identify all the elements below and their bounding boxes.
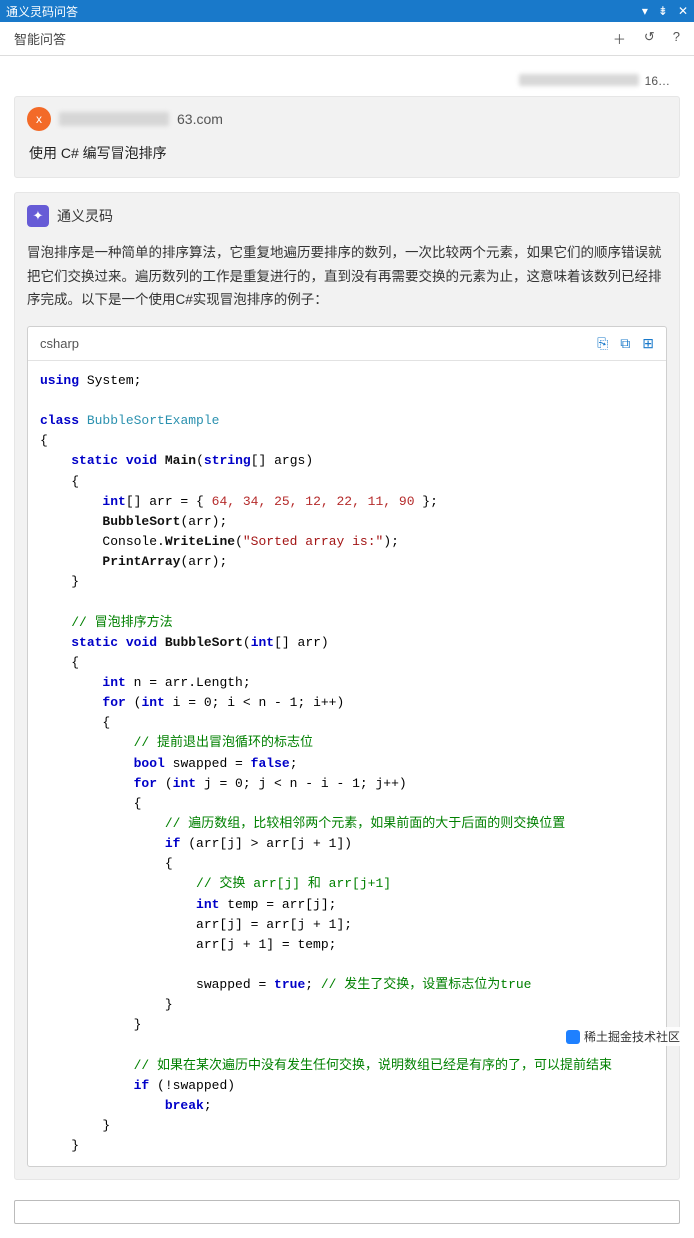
avatar: x — [27, 107, 51, 131]
user-header: x 63.com — [27, 107, 667, 131]
window-title: 通义灵码问答 — [6, 3, 78, 20]
watermark-icon — [566, 1030, 580, 1044]
code-actions: ⎘ ⧉ ⊞ — [597, 335, 654, 352]
user-message: x 63.com 使用 C# 编写冒泡排序 — [14, 96, 680, 178]
close-icon[interactable]: ✕ — [678, 4, 688, 18]
code-language-label: csharp — [40, 336, 79, 351]
watermark: 稀土掘金技术社区 — [564, 1027, 682, 1046]
user-email-suffix: 63.com — [177, 111, 223, 127]
window-controls: ▾ ⇟ ✕ — [642, 4, 688, 18]
window-titlebar: 通义灵码问答 ▾ ⇟ ✕ — [0, 0, 694, 22]
chat-content: 16… x 63.com 使用 C# 编写冒泡排序 ✦ 通义灵码 冒泡排序是一种… — [0, 56, 694, 1194]
insert-code-icon[interactable]: ⎘ — [597, 335, 608, 352]
copy-code-icon[interactable]: ⧉ — [620, 335, 630, 352]
timestamp-suffix: 16… — [645, 74, 670, 88]
help-icon[interactable]: ? — [673, 29, 680, 48]
ai-header: ✦ 通义灵码 — [27, 205, 667, 227]
redacted-username — [59, 112, 169, 126]
user-prompt-text: 使用 C# 编写冒泡排序 — [27, 143, 667, 163]
watermark-text: 稀土掘金技术社区 — [584, 1028, 680, 1045]
ai-logo-icon: ✦ — [27, 205, 49, 227]
ai-explanation: 冒泡排序是一种简单的排序算法，它重复地遍历要排序的数列，一次比较两个元素，如果它… — [27, 241, 667, 312]
toolbar-actions: ＋ ↺ ? — [613, 29, 680, 48]
toolbar-title: 智能问答 — [14, 29, 66, 48]
redacted-strip — [519, 74, 639, 86]
chat-input[interactable] — [14, 1200, 680, 1224]
new-file-icon[interactable]: ⊞ — [642, 335, 654, 352]
pin-icon[interactable]: ⇟ — [658, 4, 668, 18]
ai-name: 通义灵码 — [57, 206, 113, 226]
panel-toolbar: 智能问答 ＋ ↺ ? — [0, 22, 694, 56]
new-chat-icon[interactable]: ＋ — [613, 29, 626, 48]
code-header: csharp ⎘ ⧉ ⊞ — [28, 327, 666, 361]
dropdown-icon[interactable]: ▾ — [642, 4, 648, 18]
history-icon[interactable]: ↺ — [644, 29, 655, 48]
timestamp-row: 16… — [14, 70, 680, 96]
